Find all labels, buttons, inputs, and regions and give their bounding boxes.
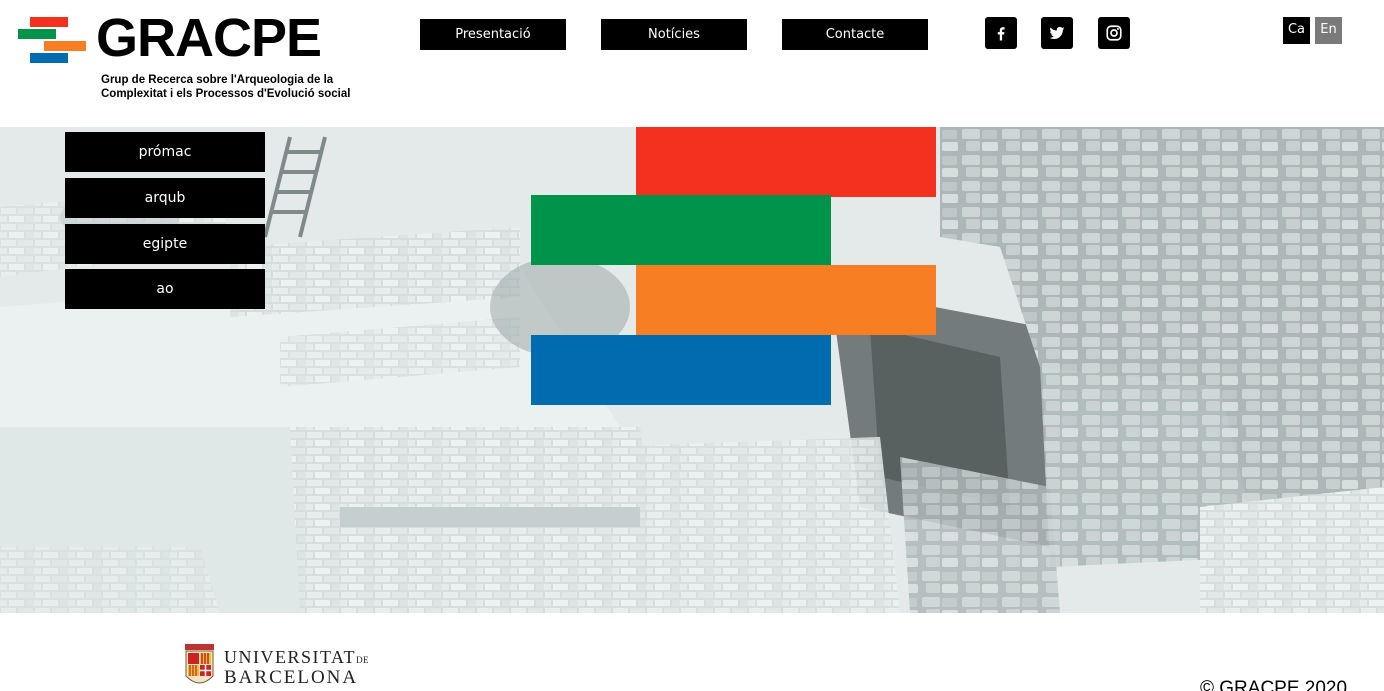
project-promac-button[interactable]: prómac (65, 132, 265, 172)
red-stripe (636, 127, 936, 197)
university-name-line2: BARCELONA (224, 667, 359, 688)
copyright-text: © GRACPE 2020 (1200, 678, 1348, 691)
project-arqub-button[interactable]: arqub (65, 178, 265, 218)
blue-stripe (531, 335, 831, 405)
instagram-link[interactable] (1098, 17, 1130, 49)
green-stripe (531, 195, 831, 265)
brand-name: GRACPE (96, 8, 322, 68)
project-egipte-button[interactable]: egipte (65, 224, 265, 264)
instagram-icon (1106, 25, 1122, 41)
facebook-link[interactable] (985, 17, 1017, 49)
nav-presentacio-button[interactable]: Presentació (420, 19, 566, 50)
university-word: UNIVERSITAT (224, 647, 357, 667)
language-en-button[interactable]: En (1315, 17, 1342, 44)
facebook-icon (997, 27, 1005, 41)
university-de: DE (356, 655, 370, 665)
language-ca-button[interactable]: Ca (1283, 17, 1310, 44)
orange-stripe (636, 265, 936, 335)
ub-shield-icon (185, 644, 214, 684)
nav-noticies-button[interactable]: Notícies (601, 19, 747, 50)
universitat-barcelona-logo[interactable]: UNIVERSITATDE BARCELONA (184, 643, 369, 691)
logo-stripes-icon (18, 17, 88, 65)
project-ao-button[interactable]: ao (65, 269, 265, 309)
gracpe-logo[interactable]: GRACPE Grup de Recerca sobre l'Arqueolog… (18, 8, 358, 104)
hero-banner: prómac arqub egipte ao (0, 127, 1384, 613)
nav-contacte-button[interactable]: Contacte (782, 19, 928, 50)
brand-subtitle-line1: Grup de Recerca sobre l'Arqueologia de l… (101, 74, 334, 86)
brand-subtitle-line2: Complexitat i els Processos d'Evolució s… (101, 88, 351, 100)
twitter-icon (1049, 26, 1065, 39)
twitter-link[interactable] (1041, 17, 1073, 49)
brand-subtitle: Grup de Recerca sobre l'Arqueologia de l… (101, 73, 350, 101)
